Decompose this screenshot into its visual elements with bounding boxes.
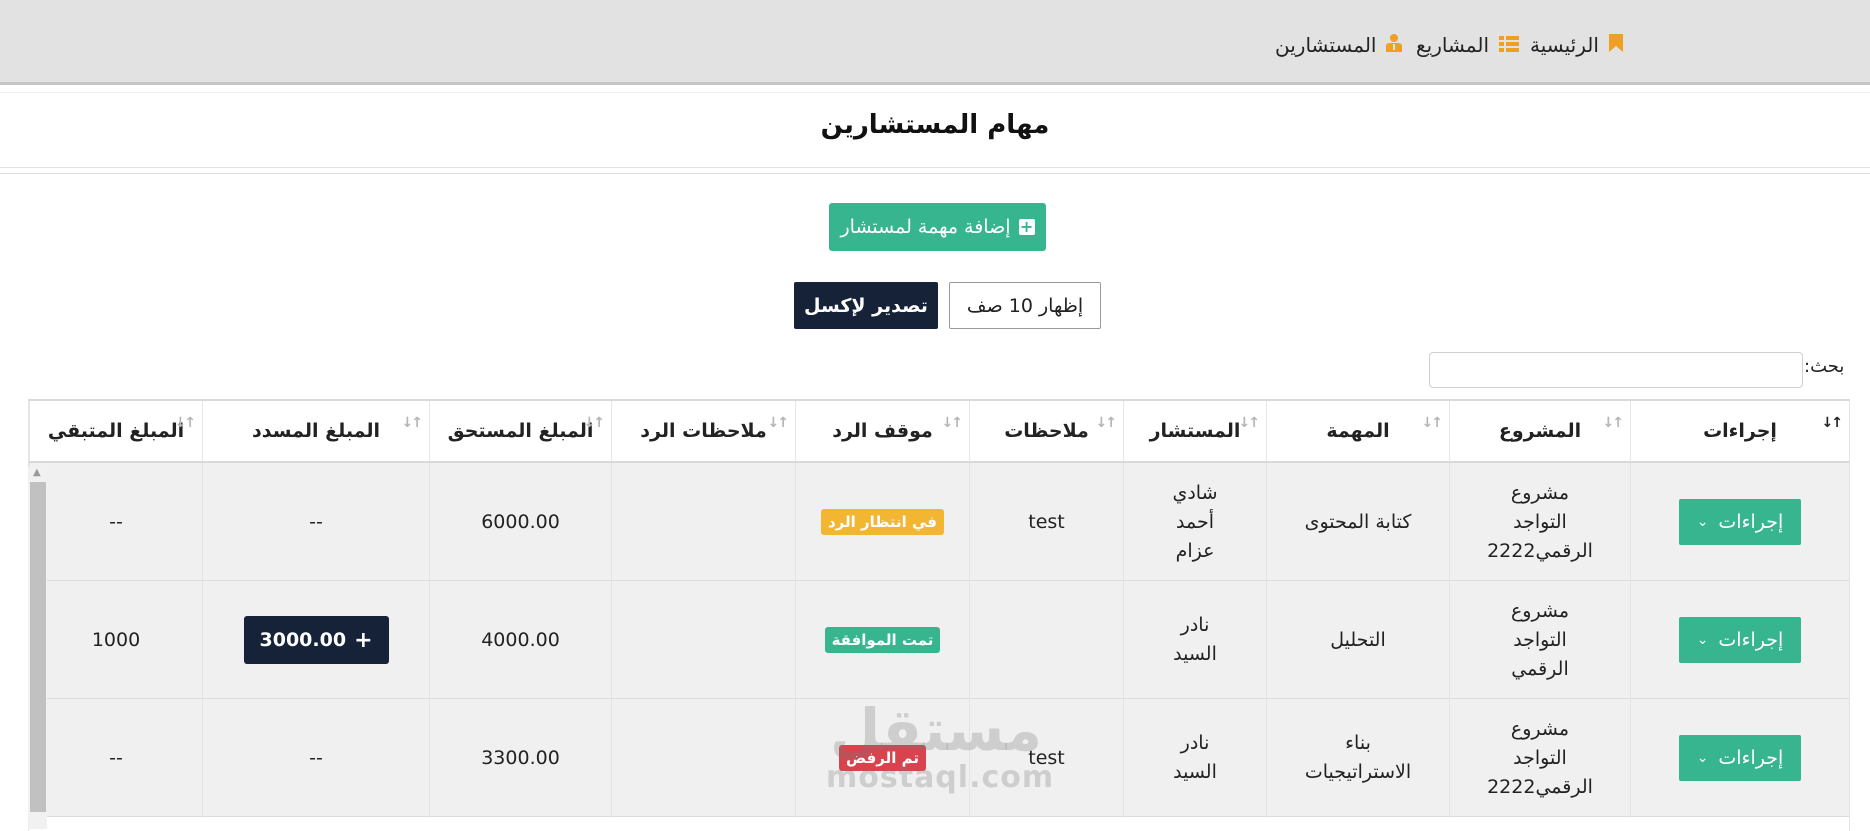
- status-badge: تمت الموافقة: [824, 627, 941, 653]
- header-reply-status[interactable]: موقف الرد ↑↓: [795, 401, 969, 461]
- cell-reply-status: في انتظار الرد: [795, 463, 969, 581]
- rows-per-page-button[interactable]: إظهار 10 صف: [949, 282, 1101, 329]
- cell-actions: إجراءات ⌄: [1630, 699, 1849, 817]
- add-payment-button[interactable]: + 3000.00: [243, 616, 389, 664]
- sort-icon: ↑↓: [1095, 415, 1118, 431]
- header-amount-remaining[interactable]: المبلغ المتبقي ↑↓: [29, 401, 202, 461]
- cell-project: مشروع التواجد الرقمي: [1449, 581, 1630, 699]
- nav-item-label: الرئيسية: [1530, 33, 1599, 57]
- cell-consultant: نادر السيد: [1123, 581, 1266, 699]
- cell-amount-due: 4000.00: [429, 581, 611, 699]
- cell-amount-paid: + 3000.00: [202, 581, 429, 699]
- cell-reply-notes: [611, 581, 795, 699]
- scroll-up-arrow-icon[interactable]: ▲: [33, 467, 41, 478]
- actions-dropdown-button[interactable]: إجراءات ⌄: [1679, 735, 1801, 781]
- actions-dropdown-button[interactable]: إجراءات ⌄: [1679, 499, 1801, 545]
- sort-icon: ↑↓: [401, 415, 424, 431]
- cell-reply-status: تم الرفض: [795, 699, 969, 817]
- cell-actions: إجراءات ⌄: [1630, 463, 1849, 581]
- status-badge: في انتظار الرد: [820, 509, 945, 535]
- cell-consultant: نادر السيد: [1123, 699, 1266, 817]
- header-notes[interactable]: ملاحظات ↑↓: [969, 401, 1123, 461]
- header-amount-due[interactable]: المبلغ المستحق ↑↓: [429, 401, 611, 461]
- sort-icon: ↑↓: [1602, 415, 1625, 431]
- table-header: إجراءات ↑↓ المشروع ↑↓ المهمة ↑↓ المستشار…: [29, 401, 1849, 463]
- plus-icon: +: [354, 627, 373, 653]
- header-consultant[interactable]: المستشار ↑↓: [1123, 401, 1266, 461]
- cell-reply-notes: [611, 463, 795, 581]
- cell-notes: [969, 581, 1123, 699]
- user-tie-icon: [1386, 33, 1403, 57]
- cell-amount-due: 6000.00: [429, 463, 611, 581]
- add-task-label: إضافة مهمة لمستشار: [840, 216, 1011, 238]
- cell-notes: test: [969, 463, 1123, 581]
- chevron-down-icon: ⌄: [1696, 631, 1709, 648]
- cell-consultant: شادي أحمد عزام: [1123, 463, 1266, 581]
- divider: [0, 173, 1870, 174]
- table-row: إجراءات ⌄ مشروع التواجد الرقمي2222 كتابة…: [29, 463, 1849, 581]
- top-navbar: الرئيسية المشاريع المستشارين: [0, 0, 1870, 85]
- actions-dropdown-button[interactable]: إجراءات ⌄: [1679, 617, 1801, 663]
- cell-amount-paid: --: [202, 699, 429, 817]
- page-title: مهام المستشارين: [820, 110, 1050, 140]
- header-actions[interactable]: إجراءات ↑↓: [1630, 401, 1849, 461]
- sort-icon: ↑↓: [1821, 415, 1844, 431]
- sort-icon: ↑↓: [1421, 415, 1444, 431]
- search-label: بحث:: [1804, 356, 1845, 377]
- sort-icon: ↑↓: [941, 415, 964, 431]
- sort-icon: ↑↓: [767, 415, 790, 431]
- sort-icon: ↑↓: [583, 415, 606, 431]
- plus-square-icon: +: [1018, 217, 1035, 236]
- cell-reply-notes: [611, 699, 795, 817]
- cell-actions: إجراءات ⌄: [1630, 581, 1849, 699]
- cell-project: مشروع التواجد الرقمي2222: [1449, 463, 1630, 581]
- header-project[interactable]: المشروع ↑↓: [1449, 401, 1630, 461]
- table-row: إجراءات ⌄ مشروع التواجد الرقمي التحليل ن…: [29, 581, 1849, 699]
- header-amount-paid[interactable]: المبلغ المسدد ↑↓: [202, 401, 429, 461]
- status-badge: تم الرفض: [839, 745, 927, 771]
- cell-task: بناء الاستراتيجيات: [1266, 699, 1449, 817]
- cell-project: مشروع التواجد الرقمي2222: [1449, 699, 1630, 817]
- cell-amount-remaining: 1000: [29, 581, 202, 699]
- cell-amount-remaining: --: [29, 463, 202, 581]
- cell-amount-paid: --: [202, 463, 429, 581]
- sort-icon: ↑↓: [1238, 415, 1261, 431]
- header-task[interactable]: المهمة ↑↓: [1266, 401, 1449, 461]
- nav-item-projects[interactable]: المشاريع: [1416, 30, 1520, 60]
- cell-notes: test: [969, 699, 1123, 817]
- table-row: إجراءات ⌄ مشروع التواجد الرقمي2222 بناء …: [29, 699, 1849, 817]
- search-input[interactable]: [1429, 352, 1803, 388]
- scrollbar-thumb[interactable]: [30, 482, 46, 812]
- chevron-down-icon: ⌄: [1696, 749, 1709, 766]
- cell-task: كتابة المحتوى: [1266, 463, 1449, 581]
- sort-icon: ↑↓: [174, 415, 197, 431]
- nav-item-home[interactable]: الرئيسية: [1530, 30, 1623, 60]
- tasks-table: إجراءات ↑↓ المشروع ↑↓ المهمة ↑↓ المستشار…: [28, 399, 1850, 831]
- cell-amount-remaining: --: [29, 699, 202, 817]
- nav-item-label: المستشارين: [1275, 33, 1377, 57]
- add-task-button[interactable]: + إضافة مهمة لمستشار: [829, 203, 1046, 251]
- list-icon: [1499, 33, 1520, 57]
- header-reply-notes[interactable]: ملاحظات الرد ↑↓: [611, 401, 795, 461]
- chevron-down-icon: ⌄: [1696, 513, 1709, 530]
- bookmark-icon: [1608, 33, 1623, 57]
- cell-reply-status: تمت الموافقة: [795, 581, 969, 699]
- nav-item-label: المشاريع: [1416, 33, 1490, 57]
- cell-task: التحليل: [1266, 581, 1449, 699]
- export-excel-button[interactable]: تصدير لإكسل: [794, 282, 938, 329]
- cell-amount-due: 3300.00: [429, 699, 611, 817]
- nav-item-consultants[interactable]: المستشارين: [1275, 30, 1403, 60]
